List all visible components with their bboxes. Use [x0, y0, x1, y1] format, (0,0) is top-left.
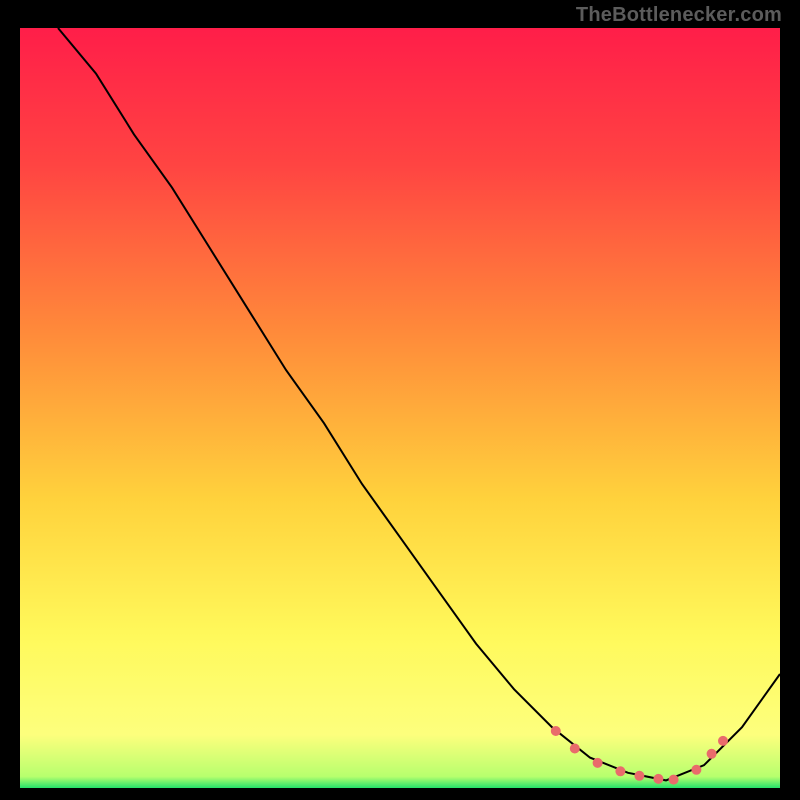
marker-point	[669, 775, 679, 785]
chart-container: TheBottlenecker.com	[0, 0, 800, 800]
marker-point	[653, 774, 663, 784]
plot-area	[20, 28, 780, 788]
marker-point	[691, 765, 701, 775]
marker-point	[718, 736, 728, 746]
marker-point	[570, 744, 580, 754]
marker-point	[615, 766, 625, 776]
marker-point	[593, 758, 603, 768]
watermark-text: TheBottlenecker.com	[576, 4, 782, 27]
marker-point	[551, 726, 561, 736]
marker-point	[634, 771, 644, 781]
chart-svg	[20, 28, 780, 788]
gradient-background	[20, 28, 780, 788]
marker-point	[707, 749, 717, 759]
